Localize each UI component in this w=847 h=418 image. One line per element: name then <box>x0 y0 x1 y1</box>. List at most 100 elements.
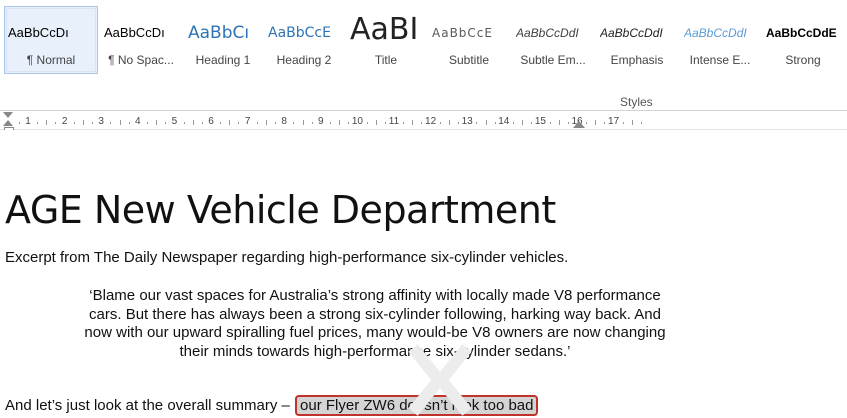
style-intense-emphasis[interactable]: AaBbCcDdI Intense E... <box>680 6 760 74</box>
ruler-tick <box>412 120 414 125</box>
ruler-scale: 1 2 3 4 5 6 7 8 9 10 11 12 13 14 15 16 17 <box>12 115 847 127</box>
ruler-tick <box>119 120 121 125</box>
style-preview: AaBbCcDdI <box>684 26 747 40</box>
ruler-tick <box>366 122 368 124</box>
ruler-tick <box>339 120 341 125</box>
ruler-number: 9 <box>318 116 324 127</box>
ruler-tick <box>92 122 94 124</box>
ruler-tick <box>485 120 487 125</box>
style-preview: AaBI <box>350 13 419 47</box>
ruler-tick <box>82 120 84 125</box>
ruler-tick <box>375 120 377 125</box>
style-name: ¶ Normal <box>26 53 76 67</box>
style-emphasis[interactable]: AaBbCcDdI Emphasis <box>596 6 678 74</box>
style-heading-2[interactable]: AaBbCcE Heading 2 <box>264 6 344 74</box>
style-heading-1[interactable]: AaBbCı Heading 1 <box>184 6 262 74</box>
style-preview: AaBbCcDdI <box>600 26 663 40</box>
ruler-number: 3 <box>98 116 104 127</box>
styles-ribbon: AaBbCcDı ¶ Normal AaBbCcDı ¶ No Spac... … <box>0 0 847 111</box>
quote-paragraph[interactable]: ‘Blame our vast spaces for Australia’s s… <box>80 287 670 361</box>
ruler-tick <box>302 120 304 125</box>
watermark-logo <box>408 344 472 416</box>
style-no-spacing[interactable]: AaBbCcDı ¶ No Spac... <box>100 6 182 74</box>
style-preview: AaBbCcDdI <box>516 26 579 40</box>
summary-lead-text: And let’s just look at the overall summa… <box>5 397 290 414</box>
ruler-tick <box>522 120 524 125</box>
ruler-number: 12 <box>425 116 437 127</box>
style-preview: AaBbCcE <box>432 26 493 40</box>
ruler-tick <box>128 122 130 124</box>
ruler-number: 13 <box>461 116 473 127</box>
ruler-tick <box>458 122 460 124</box>
style-preview: AaBbCcDı <box>8 25 69 40</box>
ruler-tick <box>329 122 331 124</box>
ruler-tick <box>494 122 496 124</box>
ruler-tick <box>641 122 643 124</box>
ruler-number: 2 <box>61 116 68 127</box>
ruler-tick <box>531 122 533 124</box>
ruler-number: 5 <box>171 116 178 127</box>
style-title[interactable]: AaBI Title <box>346 6 426 74</box>
ruler-tick <box>421 122 423 124</box>
first-line-indent-marker[interactable] <box>3 112 13 118</box>
horizontal-ruler[interactable]: 1 2 3 4 5 6 7 8 9 10 11 12 13 14 15 16 17 <box>0 111 847 130</box>
ruler-tick <box>604 122 606 124</box>
ruler-tick <box>165 122 167 124</box>
ruler-tick <box>311 122 313 124</box>
style-name: Heading 2 <box>276 53 332 67</box>
styles-gallery: AaBbCcDı ¶ Normal AaBbCcDı ¶ No Spac... … <box>4 6 847 76</box>
ruler-tick <box>631 120 633 125</box>
style-preview: AaBbCı <box>188 23 250 43</box>
ruler-tick <box>622 122 624 124</box>
ruler-number: 14 <box>498 116 510 127</box>
ruler-tick <box>238 122 240 124</box>
intro-paragraph[interactable]: Excerpt from The Daily Newspaper regardi… <box>5 249 568 266</box>
document-page[interactable]: AGE New Vehicle Department Excerpt from … <box>0 130 847 418</box>
ruler-tick <box>18 122 20 124</box>
ruler-tick <box>275 122 277 124</box>
hanging-indent-marker[interactable] <box>3 120 13 126</box>
ruler-tick <box>586 122 588 124</box>
ruler-tick <box>220 122 222 124</box>
ruler-tick <box>348 122 350 124</box>
ruler-number: 17 <box>608 116 620 127</box>
style-subtle-emphasis[interactable]: AaBbCcDdI Subtle Em... <box>512 6 594 74</box>
style-normal[interactable]: AaBbCcDı ¶ Normal <box>4 6 98 74</box>
ruler-tick <box>595 120 597 125</box>
style-preview: AaBbCcDdE <box>766 26 837 40</box>
ruler-tick <box>37 122 39 124</box>
ruler-tick <box>439 122 441 124</box>
style-name: ¶ No Spac... <box>108 53 174 67</box>
ruler-tick <box>476 122 478 124</box>
right-indent-marker[interactable] <box>573 121 585 128</box>
ruler-tick <box>146 122 148 124</box>
ruler-tick <box>293 122 295 124</box>
style-name: Emphasis <box>610 53 664 67</box>
ruler-tick <box>512 122 514 124</box>
ruler-number: 15 <box>534 116 546 127</box>
ruler-tick <box>201 122 203 124</box>
ruler-tick <box>448 120 450 125</box>
ruler-tick <box>55 122 57 124</box>
ruler-tick <box>229 120 231 125</box>
ruler-tick <box>384 122 386 124</box>
ruler-tick <box>192 120 194 125</box>
style-name: Strong <box>785 53 821 67</box>
style-name: Intense E... <box>689 53 751 67</box>
ruler-number: 6 <box>208 116 214 127</box>
document-title[interactable]: AGE New Vehicle Department <box>5 188 556 232</box>
style-preview: AaBbCcE <box>268 25 331 41</box>
style-name: Subtitle <box>448 53 490 67</box>
ruler-tick <box>183 122 185 124</box>
style-strong[interactable]: AaBbCcDdE Strong <box>762 6 844 74</box>
style-subtitle[interactable]: AaBbCcE Subtitle <box>428 6 510 74</box>
ruler-number: 1 <box>25 116 31 127</box>
ruler-tick <box>567 122 569 124</box>
ruler-number: 10 <box>351 116 363 127</box>
style-preview: AaBbCcDı <box>104 25 165 40</box>
ruler-tick <box>549 122 551 124</box>
ruler-tick <box>156 120 158 125</box>
ruler-tick <box>403 122 405 124</box>
style-name: Heading 1 <box>195 53 251 67</box>
ruler-tick <box>558 120 560 125</box>
